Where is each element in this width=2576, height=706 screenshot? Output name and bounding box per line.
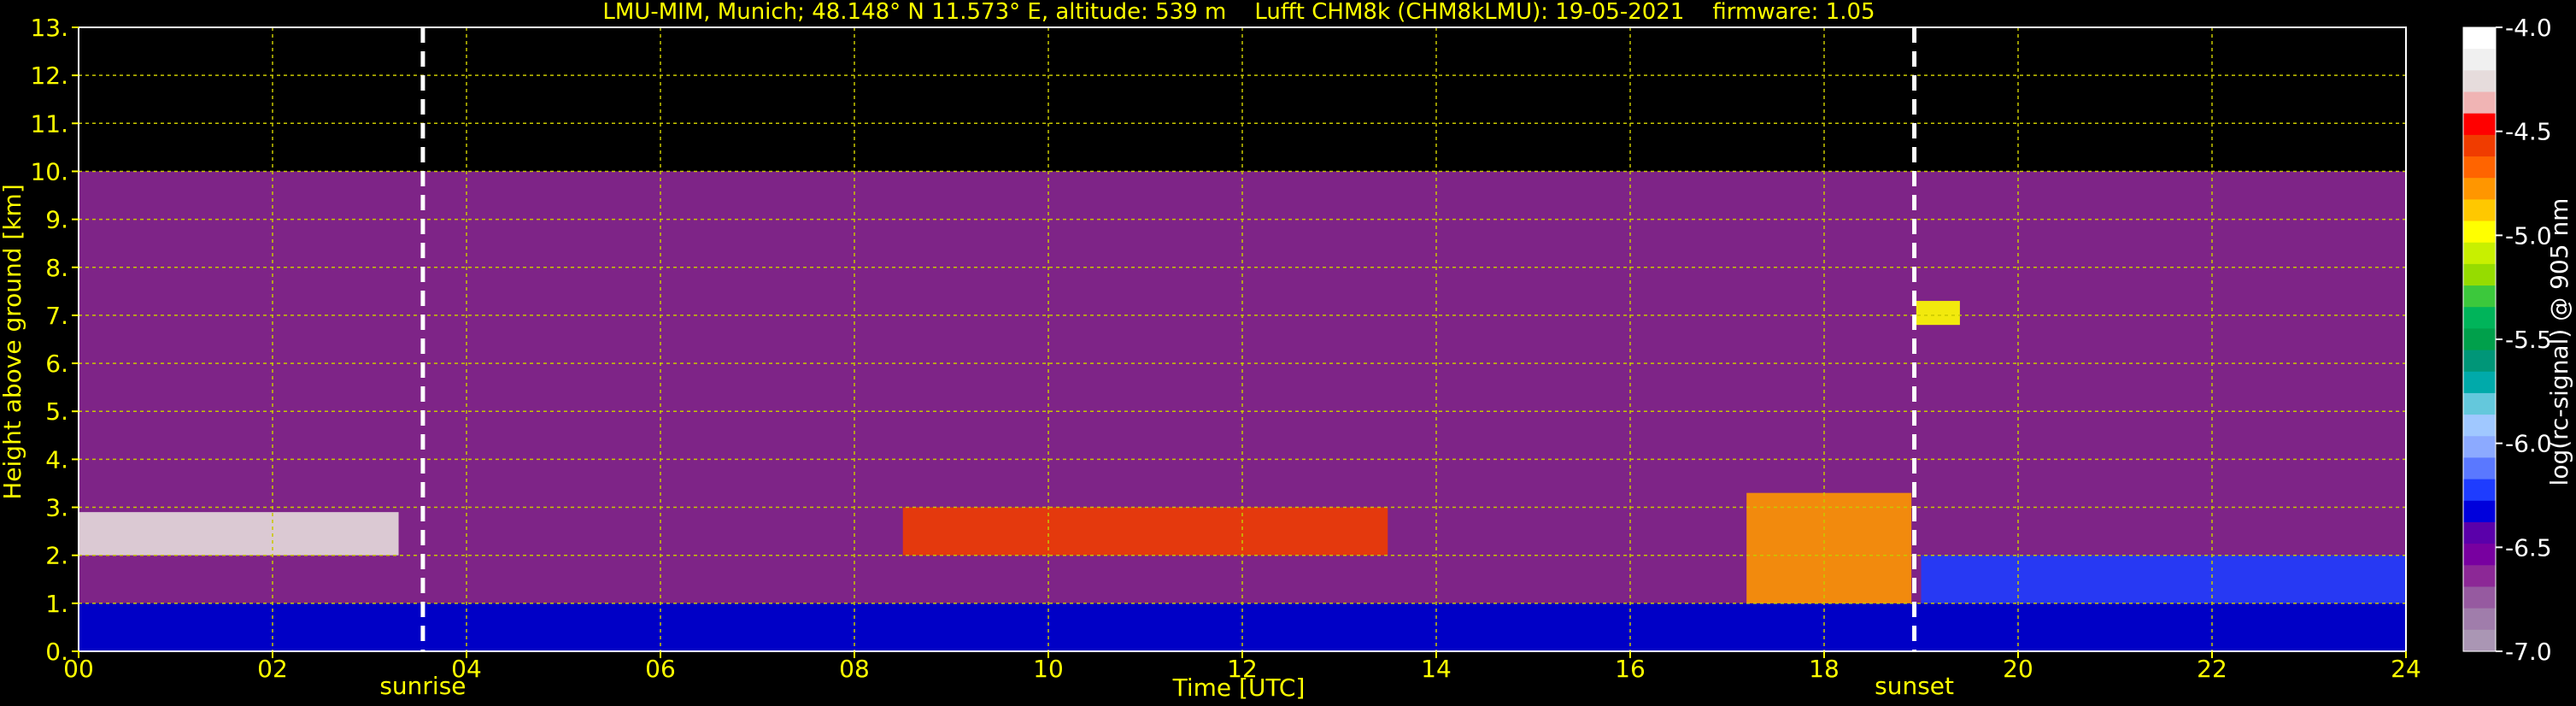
colorbar-tick-label: -4.0 bbox=[2505, 14, 2552, 42]
y-tick-label: 10. bbox=[30, 157, 68, 185]
colorbar-swatch bbox=[2463, 500, 2496, 523]
x-tick-label: 06 bbox=[645, 655, 676, 683]
y-tick-label: 12. bbox=[30, 62, 68, 90]
x-tick-label: 24 bbox=[2391, 655, 2421, 683]
colorbar-swatch bbox=[2463, 285, 2496, 308]
y-tick-label: 0. bbox=[45, 638, 68, 666]
colorbar-swatch bbox=[2463, 307, 2496, 330]
colorbar-swatch bbox=[2463, 91, 2496, 115]
ceilometer-chart: sunrise sunset 00 02 04 06 08 10 12 14 16 18 20 22 24… bbox=[0, 0, 2576, 706]
colorbar-swatch bbox=[2463, 479, 2496, 502]
colorbar-swatch bbox=[2463, 49, 2496, 71]
colorbar-swatch bbox=[2463, 608, 2496, 631]
chart-title: LMU-MIM, Munich; 48.148° N 11.573° E, al… bbox=[602, 0, 1875, 25]
y-tick-label: 1. bbox=[45, 590, 68, 618]
signal-layer-morning-residual-layer-top bbox=[79, 512, 399, 556]
colorbar-swatch bbox=[2463, 27, 2496, 50]
colorbar-swatch bbox=[2463, 371, 2496, 394]
x-axis-label: Time [UTC] bbox=[1172, 674, 1306, 702]
colorbar-swatch bbox=[2463, 436, 2496, 459]
colorbar-label: log(rc-signal) @ 905 nm bbox=[2545, 198, 2573, 486]
signal-layer-elevated-cloud bbox=[1916, 301, 1960, 326]
colorbar-swatch bbox=[2463, 178, 2496, 200]
y-tick-label: 8. bbox=[45, 254, 68, 282]
y-tick-label: 2. bbox=[45, 542, 68, 570]
signal-layer-evening-cloud bbox=[1746, 492, 1912, 603]
y-tick-label: 3. bbox=[45, 494, 68, 522]
colorbar-swatch bbox=[2463, 199, 2496, 222]
signal-layer-night-layer bbox=[1921, 555, 2406, 603]
y-tick-label: 11. bbox=[30, 109, 68, 138]
y-tick-label: 9. bbox=[45, 206, 68, 234]
colorbar-swatch bbox=[2463, 134, 2496, 157]
x-tick-label: 22 bbox=[2197, 655, 2227, 683]
x-tick-label: 18 bbox=[1809, 655, 1840, 683]
colorbar-swatch bbox=[2463, 70, 2496, 93]
colorbar-swatch bbox=[2463, 328, 2496, 351]
colorbar-swatch bbox=[2463, 457, 2496, 480]
colorbar-swatch bbox=[2463, 586, 2496, 609]
colorbar-swatch bbox=[2463, 263, 2496, 286]
x-tick-label: 02 bbox=[257, 655, 288, 683]
x-tick-label: 08 bbox=[839, 655, 870, 683]
x-tick-label: 04 bbox=[451, 655, 482, 683]
y-tick-label: 13. bbox=[30, 14, 68, 42]
colorbar-swatch bbox=[2463, 415, 2496, 437]
colorbar-swatch bbox=[2463, 242, 2496, 265]
colorbar-swatch bbox=[2463, 629, 2496, 652]
x-tick-label: 10 bbox=[1033, 655, 1064, 683]
colorbar-swatch bbox=[2463, 565, 2496, 588]
colorbar-swatch bbox=[2463, 521, 2496, 544]
y-tick-label: 5. bbox=[45, 397, 68, 426]
x-tick-label: 14 bbox=[1421, 655, 1452, 683]
colorbar-swatch bbox=[2463, 350, 2496, 373]
plot-area bbox=[79, 27, 2406, 651]
x-tick-label: 20 bbox=[2003, 655, 2033, 683]
y-axis-label: Height above ground [km] bbox=[0, 184, 26, 500]
colorbar-swatch bbox=[2463, 544, 2496, 566]
colorbar-swatch bbox=[2463, 392, 2496, 415]
y-tick-label: 7. bbox=[45, 302, 68, 330]
colorbar-tick-label: -6.5 bbox=[2505, 533, 2552, 562]
colorbar-tick-label: -7.0 bbox=[2505, 638, 2552, 666]
y-tick-label: 6. bbox=[45, 350, 68, 378]
colorbar-tick-label: -4.5 bbox=[2505, 118, 2552, 146]
y-tick-label: 4. bbox=[45, 445, 68, 474]
colorbar-swatch bbox=[2463, 113, 2496, 136]
colorbar-swatch bbox=[2463, 156, 2496, 179]
signal-layer-afternoon-cloud-layer bbox=[902, 507, 1388, 556]
colorbar-swatch bbox=[2463, 221, 2496, 244]
x-tick-label: 16 bbox=[1615, 655, 1646, 683]
sunset-label: sunset bbox=[1875, 672, 1954, 700]
